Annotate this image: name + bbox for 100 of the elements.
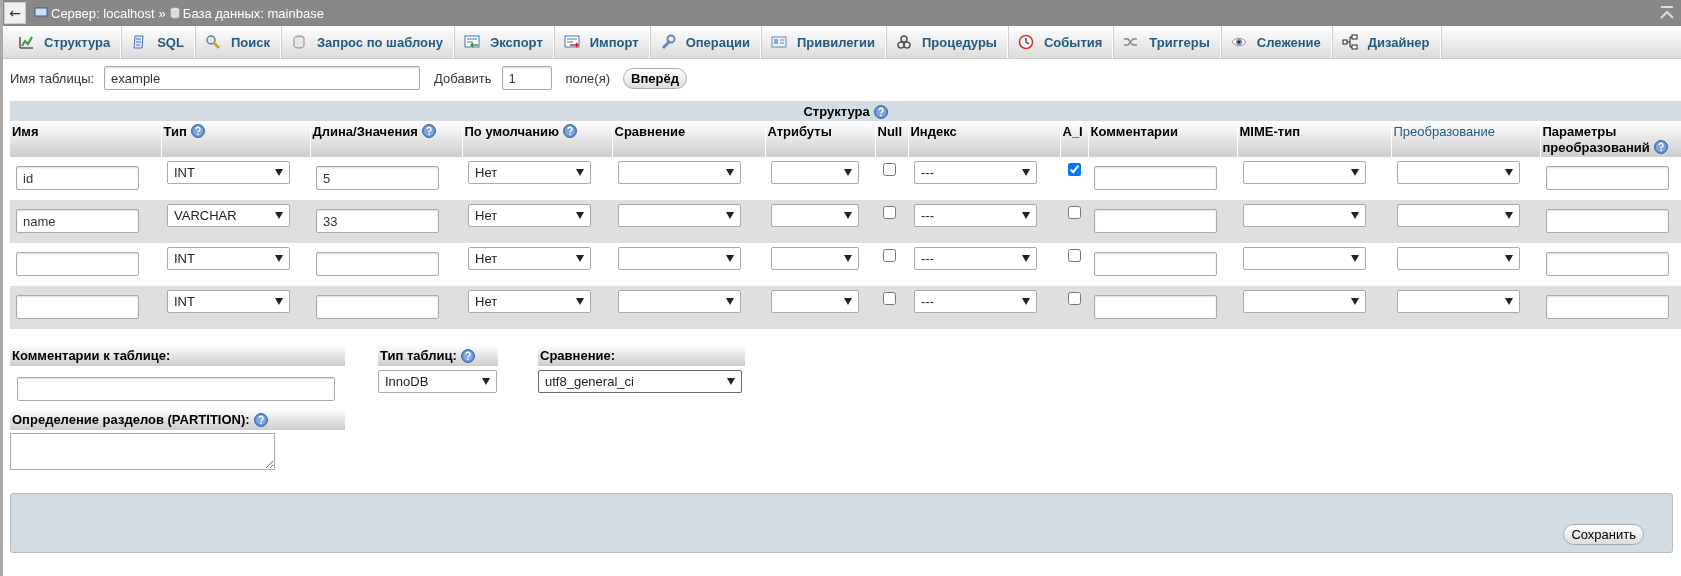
tab[interactable]: Процедуры bbox=[886, 26, 1008, 58]
select-field[interactable] bbox=[1397, 247, 1520, 270]
input-field[interactable] bbox=[1094, 252, 1217, 276]
input-field[interactable] bbox=[1546, 209, 1669, 233]
id-card-icon bbox=[771, 34, 787, 50]
select-field[interactable] bbox=[771, 204, 859, 227]
input-field[interactable]: 33 bbox=[316, 209, 439, 233]
database-icon bbox=[290, 34, 307, 50]
go-button[interactable]: Вперёд bbox=[623, 67, 687, 89]
select-field[interactable]: utf8_general_ci bbox=[538, 370, 742, 393]
checkbox[interactable] bbox=[1068, 292, 1081, 305]
checkbox[interactable] bbox=[1068, 249, 1081, 262]
select-field[interactable] bbox=[1397, 204, 1520, 227]
input-field[interactable] bbox=[1094, 295, 1217, 319]
tab[interactable]: SQL bbox=[121, 26, 195, 58]
column-header: Атрибуты bbox=[767, 124, 832, 139]
input-field[interactable] bbox=[1546, 252, 1669, 276]
help-icon[interactable] bbox=[1653, 140, 1668, 154]
select-field[interactable] bbox=[771, 247, 859, 270]
select-field[interactable] bbox=[1243, 290, 1366, 313]
input-field[interactable] bbox=[1094, 209, 1217, 233]
checkbox[interactable] bbox=[1068, 206, 1081, 219]
select-field[interactable]: Нет bbox=[468, 204, 591, 227]
monitor-icon bbox=[34, 7, 48, 19]
help-icon[interactable] bbox=[421, 124, 436, 138]
tab[interactable]: Структура bbox=[8, 26, 122, 58]
column-header: A_I bbox=[1062, 124, 1083, 139]
column-header: Имя bbox=[12, 124, 39, 139]
checkbox[interactable] bbox=[883, 163, 896, 176]
tab[interactable]: Операции bbox=[649, 26, 761, 58]
tab[interactable]: Дизайнер bbox=[1331, 26, 1441, 58]
select-field[interactable] bbox=[1243, 247, 1366, 270]
breadcrumb-link[interactable]: Сервер: localhost bbox=[51, 5, 155, 21]
back-button[interactable]: ← bbox=[4, 2, 26, 24]
select-field[interactable] bbox=[618, 247, 741, 270]
chart-icon bbox=[18, 34, 34, 50]
save-button[interactable]: Сохранить bbox=[1563, 524, 1644, 545]
column-header: MIME-тип bbox=[1239, 124, 1300, 139]
select-field[interactable]: --- bbox=[914, 204, 1037, 227]
partition-text-area[interactable] bbox=[10, 433, 275, 470]
help-icon[interactable] bbox=[563, 124, 578, 138]
table-comment-field[interactable] bbox=[17, 377, 335, 401]
select-field[interactable] bbox=[618, 290, 741, 313]
tab[interactable]: Триггеры bbox=[1113, 26, 1221, 58]
help-icon[interactable] bbox=[190, 124, 205, 138]
tab[interactable]: Импорт bbox=[553, 26, 650, 58]
input-field[interactable] bbox=[1546, 295, 1669, 319]
tab[interactable]: Слежение bbox=[1220, 26, 1332, 58]
field-count-field[interactable]: 1 bbox=[501, 66, 552, 90]
input-field[interactable] bbox=[316, 295, 439, 319]
select-field[interactable]: --- bbox=[914, 290, 1037, 313]
select-field[interactable]: INT bbox=[167, 247, 290, 270]
select-field[interactable]: INT bbox=[167, 290, 290, 313]
help-icon[interactable] bbox=[873, 104, 888, 119]
select-field[interactable] bbox=[1397, 290, 1520, 313]
checkbox[interactable] bbox=[883, 292, 896, 305]
column-header-link[interactable]: Преобразование bbox=[1393, 124, 1495, 139]
field-label: поле(я) bbox=[565, 70, 611, 86]
select-field[interactable]: --- bbox=[914, 161, 1037, 184]
select-field[interactable]: Нет bbox=[468, 290, 591, 313]
select-field[interactable] bbox=[771, 161, 859, 184]
diagram-icon bbox=[1341, 34, 1358, 50]
select-field[interactable]: InnoDB bbox=[378, 370, 497, 393]
select-field[interactable]: INT bbox=[167, 161, 290, 184]
select-field[interactable]: Нет bbox=[468, 247, 591, 270]
tab[interactable]: Привилегии bbox=[761, 26, 886, 58]
checkbox[interactable] bbox=[883, 206, 896, 219]
select-field[interactable] bbox=[618, 161, 741, 184]
input-field[interactable] bbox=[16, 295, 139, 319]
input-field[interactable] bbox=[16, 252, 139, 276]
input-field[interactable]: name bbox=[16, 209, 139, 233]
tab[interactable]: Запрос по шаблону bbox=[280, 26, 454, 58]
input-field[interactable] bbox=[1094, 166, 1217, 190]
select-field[interactable]: --- bbox=[914, 247, 1037, 270]
select-field[interactable] bbox=[1243, 204, 1366, 227]
table-name-field[interactable]: example bbox=[104, 66, 421, 90]
select-field[interactable] bbox=[771, 290, 859, 313]
scroll-top-icon[interactable] bbox=[1659, 6, 1675, 20]
input-field[interactable]: 5 bbox=[316, 166, 439, 190]
select-field[interactable] bbox=[1243, 161, 1366, 184]
select-field[interactable] bbox=[618, 204, 741, 227]
column-header: Длина/Значения bbox=[312, 124, 418, 139]
tab[interactable]: События bbox=[1007, 26, 1114, 58]
tab[interactable]: Поиск bbox=[194, 26, 281, 58]
input-field[interactable] bbox=[316, 252, 439, 276]
column-header: Тип bbox=[163, 124, 187, 139]
column-header: Индекс bbox=[910, 124, 957, 139]
help-icon[interactable] bbox=[253, 412, 268, 427]
select-field[interactable]: VARCHAR bbox=[167, 204, 290, 227]
checkbox[interactable] bbox=[883, 249, 896, 262]
gears-icon bbox=[896, 34, 912, 50]
input-field[interactable] bbox=[1546, 166, 1669, 190]
breadcrumb-link[interactable]: База данных: mainbase bbox=[182, 5, 324, 21]
input-field[interactable]: id bbox=[16, 166, 139, 190]
select-field[interactable]: Нет bbox=[468, 161, 591, 184]
select-field[interactable] bbox=[1397, 161, 1520, 184]
tab[interactable]: Экспорт bbox=[454, 26, 554, 58]
clock-icon bbox=[1017, 34, 1034, 50]
help-icon[interactable] bbox=[460, 348, 475, 363]
checkbox[interactable] bbox=[1068, 163, 1081, 176]
